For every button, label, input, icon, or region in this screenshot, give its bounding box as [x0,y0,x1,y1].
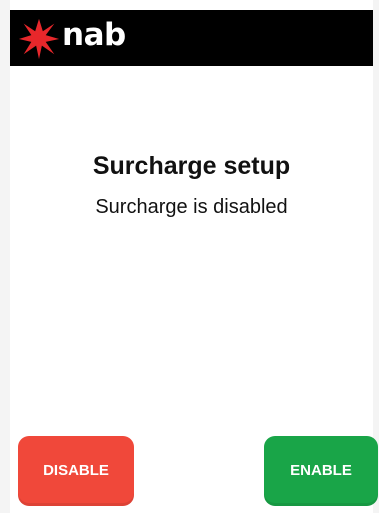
terminal-screen: nab Surcharge setup Surcharge is disable… [0,0,379,513]
enable-button[interactable]: ENABLE [264,436,378,506]
page-title: Surcharge setup [92,152,291,180]
nab-star-icon [18,18,60,60]
surcharge-status-text: Surcharge is disabled [95,196,288,218]
screen-bezel-right [373,0,379,513]
brand-logo: nab [16,16,126,60]
brand-wordmark: nab [62,16,126,53]
disable-button[interactable]: DISABLE [18,436,134,506]
screen-bezel-left [0,0,10,513]
header-bar: nab [10,10,373,66]
